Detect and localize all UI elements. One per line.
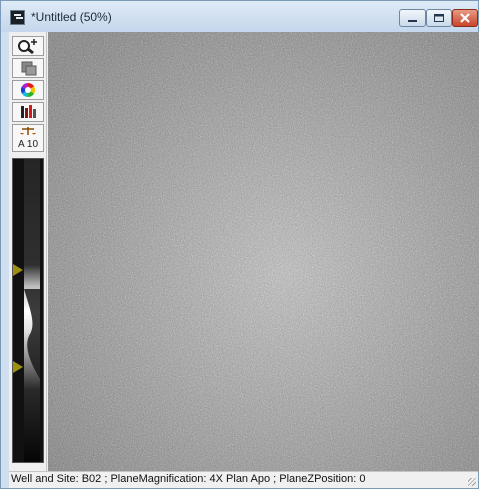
maximize-button[interactable] bbox=[426, 9, 452, 27]
app-icon[interactable] bbox=[10, 10, 25, 25]
bottom-threshold-marker[interactable] bbox=[13, 361, 23, 373]
copy-tool-button[interactable] bbox=[12, 58, 44, 78]
autoscale-icon bbox=[20, 127, 36, 135]
lut-curve bbox=[24, 289, 40, 379]
status-bar: Well and Site: B02 ; PlaneMagnification:… bbox=[9, 471, 478, 488]
title-bar[interactable]: *Untitled (50%) bbox=[1, 1, 478, 32]
color-tool-button[interactable] bbox=[12, 80, 44, 100]
autoscale-label: A 10 bbox=[17, 139, 39, 150]
top-threshold-marker[interactable] bbox=[13, 264, 23, 276]
minimize-icon bbox=[408, 20, 417, 22]
image-canvas[interactable] bbox=[48, 32, 479, 471]
maximize-icon bbox=[434, 14, 444, 22]
zoom-tool-button[interactable] bbox=[12, 36, 44, 56]
window-content: A 10 bbox=[9, 32, 479, 471]
close-icon bbox=[460, 13, 470, 23]
color-wheel-icon bbox=[20, 82, 36, 98]
lookup-table-icon bbox=[21, 105, 36, 118]
minimize-button[interactable] bbox=[399, 9, 426, 27]
close-button[interactable] bbox=[452, 9, 478, 27]
lut-scale-bar[interactable] bbox=[12, 158, 44, 463]
lut-tool-button[interactable] bbox=[12, 102, 44, 122]
noise-image bbox=[48, 32, 479, 471]
autoscale-tool-button[interactable]: A 10 bbox=[12, 124, 44, 152]
window-title: *Untitled (50%) bbox=[31, 10, 112, 24]
image-window: *Untitled (50%) A 10 Well and Site: B02 … bbox=[0, 0, 479, 489]
copy-icon bbox=[21, 61, 37, 76]
vertical-toolbar: A 10 bbox=[9, 32, 47, 471]
magnifier-zoom-icon bbox=[18, 39, 37, 55]
resize-grip-icon[interactable] bbox=[468, 478, 476, 486]
status-text: Well and Site: B02 ; PlaneMagnification:… bbox=[11, 473, 366, 485]
